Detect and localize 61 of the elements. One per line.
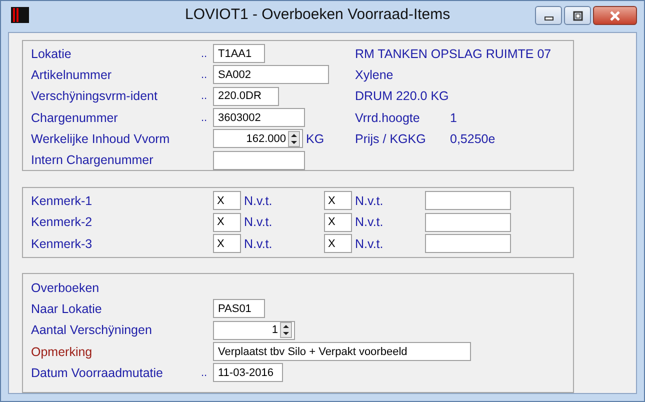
code-description: N.v.t. <box>355 236 384 251</box>
field-label: Opmerking <box>31 344 94 359</box>
field-label: Intern Chargenummer <box>31 153 154 168</box>
info-text: Vrrd.hoogte <box>355 110 421 125</box>
lookup-dots[interactable]: .. <box>201 48 208 60</box>
code-field[interactable]: X <box>213 191 241 210</box>
info-value: 1 <box>450 110 457 125</box>
lookup-dots[interactable]: .. <box>201 90 208 102</box>
number-spinner[interactable]: 1 <box>213 320 295 340</box>
code-field[interactable]: X <box>213 234 241 254</box>
app-logo-icon <box>11 6 29 22</box>
input-field[interactable] <box>425 191 511 210</box>
maximize-icon <box>572 10 582 20</box>
code-description: N.v.t. <box>244 236 274 251</box>
field-label: Werkelijke Inhoud Vvorm <box>31 132 171 146</box>
input-field[interactable] <box>425 212 511 232</box>
section-heading: Overboeken <box>31 280 100 295</box>
field-label: Kenmerk-1 <box>31 194 94 208</box>
code-field[interactable]: X <box>213 212 241 232</box>
maximize-button[interactable] <box>564 6 591 25</box>
input-field[interactable]: Verplaatst tbv Silo + Verpakt voorbeeld <box>213 342 471 362</box>
input-field[interactable]: 3603002 <box>213 108 305 128</box>
input-field[interactable]: 11-03-2016 <box>213 363 283 382</box>
input-field[interactable]: PAS01 <box>213 299 265 318</box>
minimize-button[interactable] <box>535 6 562 25</box>
field-label: Lokatie <box>31 46 72 61</box>
lookup-dots[interactable]: .. <box>201 366 208 379</box>
code-description: N.v.t. <box>244 215 274 230</box>
lookup-dots[interactable]: .. <box>201 68 208 81</box>
code-description: N.v.t. <box>355 215 384 230</box>
input-field[interactable]: 220.0DR <box>213 86 279 106</box>
field-label: Naar Lokatie <box>31 302 103 316</box>
lookup-dots[interactable]: .. <box>201 112 208 124</box>
field-label: Kenmerk-2 <box>31 215 94 230</box>
code-description: N.v.t. <box>244 194 274 208</box>
code-field[interactable]: X <box>324 212 352 232</box>
close-icon <box>609 10 621 20</box>
field-label: Aantal Verschÿningen <box>31 323 153 338</box>
info-text: RM TANKEN OPSLAG RUIMTE 07 <box>355 46 552 61</box>
spin-arrows-icon[interactable] <box>288 130 300 147</box>
input-field[interactable]: T1AA1 <box>213 44 265 64</box>
close-button[interactable] <box>593 6 637 25</box>
window-title: LOVIOT1 - Overboeken Voorraad-Items <box>185 6 450 23</box>
spin-arrows-icon[interactable] <box>280 322 292 338</box>
code-description: N.v.t. <box>355 194 384 208</box>
info-text: DRUM 220.0 KG <box>355 89 449 104</box>
input-field[interactable]: SA002 <box>213 65 329 84</box>
field-label: Datum Voorraadmutatie <box>31 366 164 380</box>
code-field[interactable]: X <box>324 234 352 254</box>
field-label: Verschÿningsvrm-ident <box>31 89 158 104</box>
info-text: Prijs / KGKG <box>355 132 427 146</box>
info-value: 0,5250e <box>450 132 496 146</box>
field-label: Chargenummer <box>31 110 119 125</box>
input-field[interactable] <box>213 150 305 170</box>
field-label: Artikelnummer <box>31 68 113 82</box>
field-label: Kenmerk-3 <box>31 236 94 251</box>
code-field[interactable]: X <box>324 191 352 210</box>
number-spinner[interactable]: 162.000 <box>213 129 303 148</box>
input-field[interactable] <box>425 234 511 254</box>
unit-label: KG <box>306 132 324 146</box>
info-text: Xylene <box>355 68 394 82</box>
